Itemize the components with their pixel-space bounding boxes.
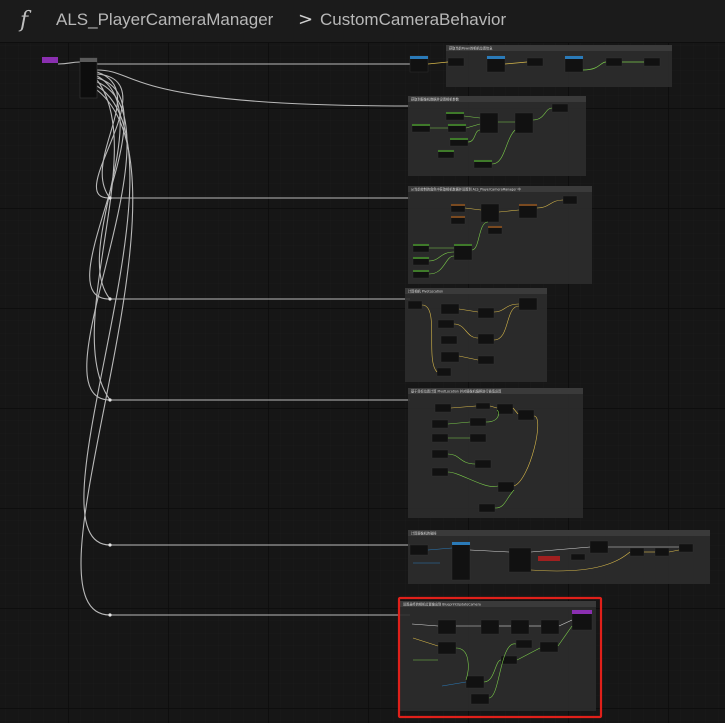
comment-title-2: 获取到摄像机数据并设置相机参数 [411, 97, 460, 102]
comment-box-2[interactable]: 获取到摄像机数据并设置相机参数 [408, 96, 586, 176]
comment-title-6: 计算摄像机的碰撞 [411, 531, 437, 536]
chevron-right-icon: > [298, 9, 314, 30]
comment-title-7: 设置最终的相机位置输出到 BlueprintUpdateCamera [403, 602, 481, 607]
comment-box-7[interactable]: 设置最终的相机位置输出到 BlueprintUpdateCamera [400, 601, 596, 711]
comment-box-3[interactable]: 从当前控制的角色中获取相机数据并设置到 ALS_PlayerCameraMana… [408, 186, 592, 284]
comment-title-1: 获取当前Pawn的相机位置信息 [449, 46, 492, 51]
sequence-node[interactable] [79, 57, 98, 99]
comment-box-5[interactable]: 基于目标位置计算 PivotLocation 并对摄像机偏移进行插值运算 [408, 388, 583, 518]
comment-box-1[interactable]: 获取当前Pawn的相机位置信息 [409, 45, 672, 87]
comment-box-4[interactable]: 计算相机 PivotLocation [405, 288, 547, 382]
breadcrumb-graph[interactable]: CustomCameraBehavior [320, 10, 506, 30]
comment-box-6[interactable]: 计算摄像机的碰撞 [408, 530, 710, 584]
blueprint-graph-canvas[interactable]: 获取当前Pawn的相机位置信息 获取到摄像机数据并设置相机参数 从当前控制的角色… [0, 43, 725, 723]
event-node[interactable] [42, 57, 58, 63]
breadcrumb-bar: f ALS_PlayerCameraManager > CustomCamera… [0, 0, 725, 43]
breadcrumb-blueprint[interactable]: ALS_PlayerCameraManager [56, 10, 273, 30]
function-icon: f [20, 8, 29, 33]
comment-title-3: 从当前控制的角色中获取相机数据并设置到 ALS_PlayerCameraMana… [411, 187, 521, 192]
comment-title-4: 计算相机 PivotLocation [408, 289, 443, 294]
comment-title-5: 基于目标位置计算 PivotLocation 并对摄像机偏移进行插值运算 [411, 389, 502, 394]
